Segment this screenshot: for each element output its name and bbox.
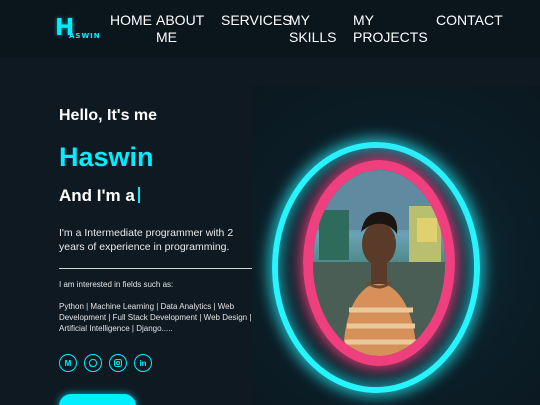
typing-cursor xyxy=(137,187,140,203)
linkedin-glyph: in xyxy=(139,358,147,368)
greeting: Hello, It's me xyxy=(59,107,158,124)
cta-button[interactable] xyxy=(59,394,136,405)
linkedin-icon[interactable]: in xyxy=(134,354,152,372)
gmail-icon[interactable]: M xyxy=(59,354,77,372)
interest-fields: Python | Machine Learning | Data Analyti… xyxy=(59,302,252,333)
whatsapp-icon[interactable] xyxy=(84,354,102,372)
description: I'm a Intermediate programmer with 2 yea… xyxy=(59,227,234,253)
instagram-icon[interactable] xyxy=(109,354,127,372)
navbar: H ASWIN HOME ABOUT ME SERVICES MY SKILLS… xyxy=(0,0,540,58)
role-line: And I'm a xyxy=(59,186,140,206)
nav-about-me[interactable]: ABOUT ME xyxy=(156,12,204,46)
logo-text: ASWIN xyxy=(69,32,101,40)
gmail-glyph: M xyxy=(64,358,72,368)
nav-my-skills[interactable]: MY SKILLS xyxy=(289,12,336,46)
nav-home[interactable]: HOME xyxy=(110,12,152,29)
nav-my-projects[interactable]: MY PROJECTS xyxy=(353,12,428,46)
hero-name: Haswin xyxy=(59,142,154,172)
role-prefix: And I'm a xyxy=(59,186,135,205)
nav-contact[interactable]: CONTACT xyxy=(436,12,503,29)
logo[interactable]: H ASWIN xyxy=(54,16,101,44)
profile-photo xyxy=(313,170,445,356)
profile-photo-illustration xyxy=(313,170,445,356)
interest-label: I am interested in fields such as: xyxy=(59,280,174,289)
nav-services[interactable]: SERVICES xyxy=(221,12,292,29)
divider xyxy=(59,268,259,269)
